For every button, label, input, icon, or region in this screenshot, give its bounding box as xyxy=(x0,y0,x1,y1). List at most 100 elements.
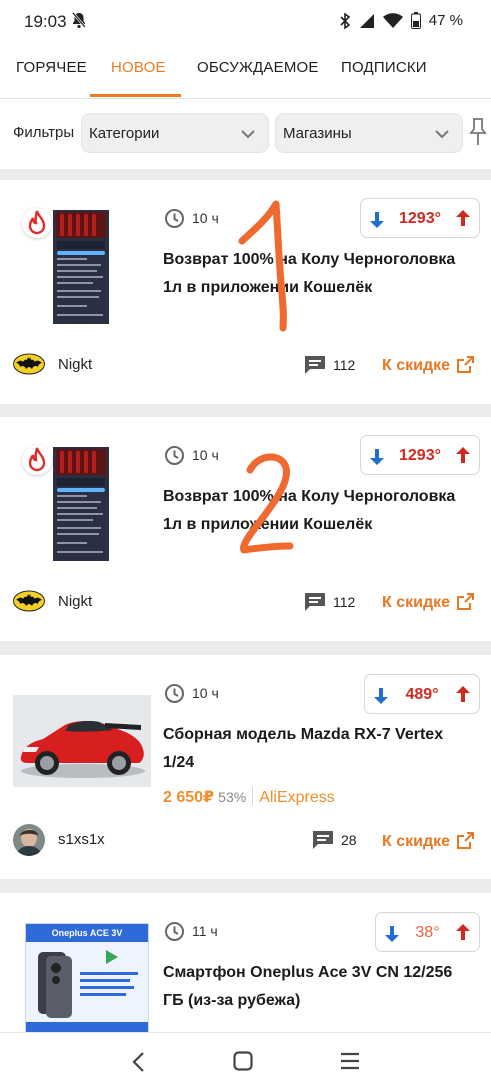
deal-title-line: ГБ (из-за рубежа) xyxy=(163,992,301,1009)
username[interactable]: Nigkt xyxy=(58,356,92,373)
tab-hot[interactable]: ГОРЯЧЕЕ xyxy=(16,59,87,76)
active-tab-indicator xyxy=(90,94,181,97)
deal-time: 10 ч xyxy=(192,447,219,463)
clock-icon xyxy=(165,446,184,465)
shops-select[interactable]: Магазины xyxy=(275,113,463,153)
external-link-icon xyxy=(457,593,475,610)
comment-icon xyxy=(313,831,333,849)
deal-thumbnail[interactable] xyxy=(13,695,151,787)
deal-card[interactable]: 10 ч 1293° Возврат 100% на Колу Черногол… xyxy=(0,417,491,641)
go-to-deal-link[interactable]: К скидке xyxy=(382,593,475,612)
deal-store[interactable]: AliExpress xyxy=(259,789,335,806)
vote-up-icon[interactable] xyxy=(455,923,471,941)
deal-image xyxy=(26,942,148,1032)
batman-logo xyxy=(13,590,45,612)
comment-count: 28 xyxy=(341,832,357,848)
deal-card[interactable]: 10 ч 489° Сборная модель Mazda RX-7 Vert… xyxy=(0,655,491,879)
deal-title-line: Возврат 100% на Колу Черноголовка xyxy=(163,251,456,268)
flame-icon xyxy=(28,210,46,235)
vote-up-icon[interactable] xyxy=(455,209,471,227)
deal-time: 10 ч xyxy=(192,685,219,701)
deal-title-line: 1л в приложении Кошелёк xyxy=(163,279,373,296)
status-bar: 19:03 47 % xyxy=(0,0,491,44)
avatar[interactable] xyxy=(13,824,45,856)
external-link-icon xyxy=(457,832,475,849)
go-to-deal-link[interactable]: К скидке xyxy=(382,832,475,851)
comment-count: 112 xyxy=(333,594,356,610)
vote-up-icon[interactable] xyxy=(455,446,471,464)
categories-select[interactable]: Категории xyxy=(81,113,269,153)
deal-title-line: Смартфон Oneplus Ace 3V CN 12/256 xyxy=(163,964,453,981)
shops-select-value: Магазины xyxy=(283,125,352,142)
deal-discount: 53% xyxy=(218,789,247,805)
go-to-deal-label: К скидке xyxy=(382,594,451,611)
thumbnail-caption: Oneplus ACE 3V xyxy=(26,924,148,942)
avatar[interactable] xyxy=(13,348,45,380)
go-to-deal-label: К скидке xyxy=(382,357,451,374)
tab-bar: ГОРЯЧЕЕ НОВОЕ ОБСУЖДАЕМОЕ ПОДПИСКИ xyxy=(0,44,491,99)
tab-subscriptions[interactable]: ПОДПИСКИ xyxy=(341,59,427,76)
username[interactable]: s1xs1x xyxy=(58,831,105,848)
external-link-icon xyxy=(457,356,475,373)
back-icon[interactable] xyxy=(131,1051,145,1073)
deal-title-line: 1л в приложении Кошелёк xyxy=(163,516,373,533)
deal-card[interactable]: Oneplus ACE 3V 11 ч 38° Смартфон Oneplus… xyxy=(0,893,491,1032)
clock-icon xyxy=(165,922,184,941)
system-nav-bar xyxy=(0,1032,491,1091)
vote-widget: 38° xyxy=(375,912,480,952)
tab-new[interactable]: НОВОЕ xyxy=(111,59,166,76)
comment-icon xyxy=(305,593,325,611)
deal-price: 2 650₽ xyxy=(163,789,215,806)
deal-image xyxy=(53,210,109,324)
deal-thumbnail[interactable] xyxy=(53,447,109,561)
comment-icon xyxy=(305,356,325,374)
deal-thumbnail[interactable] xyxy=(53,210,109,324)
deal-title[interactable]: Сборная модель Mazda RX-7 Vertex 1/24 xyxy=(163,721,463,777)
chevron-down-icon xyxy=(241,130,255,139)
deal-time: 11 ч xyxy=(192,923,218,939)
deal-title[interactable]: Смартфон Oneplus Ace 3V CN 12/256 ГБ (из… xyxy=(163,959,463,1015)
hot-badge xyxy=(22,208,52,238)
vote-widget: 489° xyxy=(364,674,480,714)
status-time: 19:03 xyxy=(24,12,67,31)
deal-title[interactable]: Возврат 100% на Колу Черноголовка 1л в п… xyxy=(163,246,463,302)
flame-icon xyxy=(28,447,46,472)
deal-title-line: 1/24 xyxy=(163,754,195,771)
avatar[interactable] xyxy=(13,585,45,617)
deal-title[interactable]: Возврат 100% на Колу Черноголовка 1л в п… xyxy=(163,483,463,539)
home-icon[interactable] xyxy=(233,1051,253,1071)
comment-count: 112 xyxy=(333,357,356,373)
deal-title-line: Возврат 100% на Колу Черноголовка xyxy=(163,488,456,505)
deal-time: 10 ч xyxy=(192,210,219,226)
chevron-down-icon xyxy=(435,130,449,139)
vote-up-icon[interactable] xyxy=(455,685,471,703)
pin-icon[interactable] xyxy=(469,117,487,147)
categories-select-value: Категории xyxy=(89,125,160,142)
batman-logo xyxy=(13,353,45,375)
bell-muted-icon xyxy=(72,12,86,29)
price-row: 2 650₽ 53% AliExpress xyxy=(163,787,335,807)
user-photo xyxy=(13,824,45,856)
clock-icon xyxy=(165,209,184,228)
deal-image xyxy=(53,447,109,561)
deal-card[interactable]: 10 ч 1293° Возврат 100% на Колу Черногол… xyxy=(0,180,491,404)
hot-badge xyxy=(22,445,52,475)
go-to-deal-link[interactable]: К скидке xyxy=(382,356,475,375)
vote-widget: 1293° xyxy=(360,435,480,475)
battery-percent: 47 % xyxy=(428,12,463,29)
deal-thumbnail[interactable]: Oneplus ACE 3V xyxy=(25,923,149,1032)
battery-icon xyxy=(410,12,421,29)
username[interactable]: Nigkt xyxy=(58,593,92,610)
wifi-icon xyxy=(382,12,403,28)
filter-bar: Фильтры Категории Магазины xyxy=(0,99,491,169)
filters-label: Фильтры xyxy=(13,124,75,141)
signal-icon xyxy=(359,13,374,28)
clock-icon xyxy=(165,684,184,703)
bluetooth-icon xyxy=(340,12,351,29)
deal-title-line: Сборная модель Mazda RX-7 Vertex xyxy=(163,726,444,743)
tab-discussed[interactable]: ОБСУЖДАЕМОЕ xyxy=(197,59,319,76)
deal-image xyxy=(13,695,151,787)
separator xyxy=(252,787,254,805)
go-to-deal-label: К скидке xyxy=(382,833,451,850)
menu-icon[interactable] xyxy=(340,1051,360,1071)
